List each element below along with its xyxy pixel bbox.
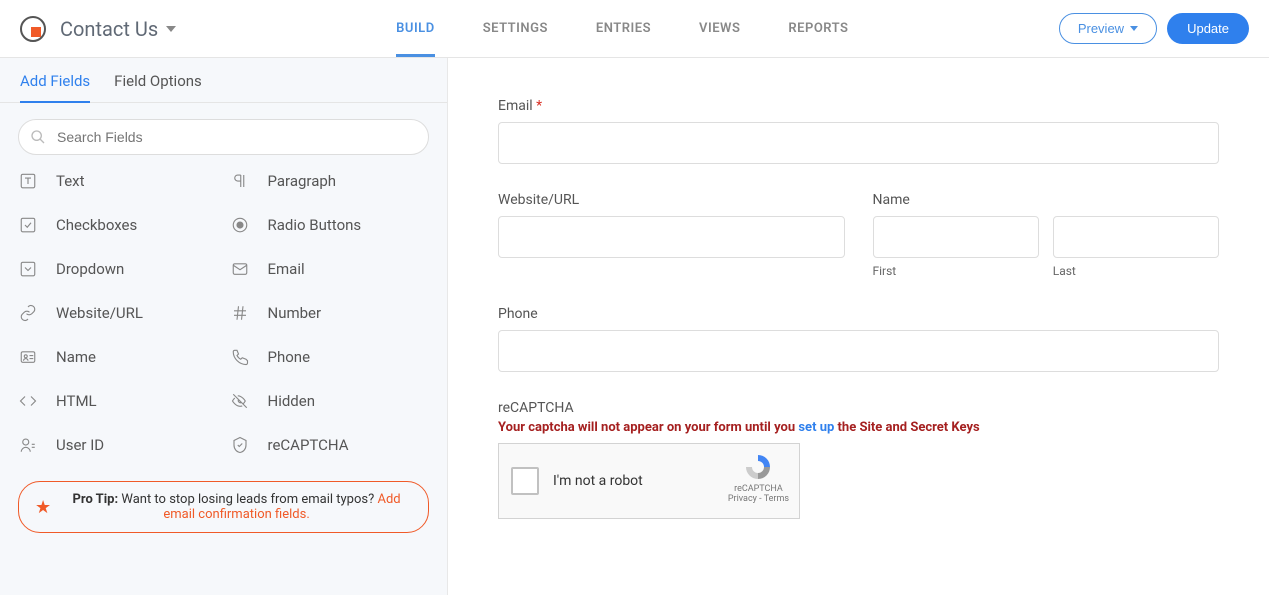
required-mark: * xyxy=(536,98,542,114)
website-input[interactable] xyxy=(498,216,845,258)
form-title-dropdown[interactable]: Contact Us xyxy=(60,17,176,41)
phone-input[interactable] xyxy=(498,330,1219,372)
sidebar: Add Fields Field Options Text Paragraph … xyxy=(0,58,448,595)
shield-icon xyxy=(230,435,250,455)
form-field-phone[interactable]: Phone xyxy=(498,306,1219,372)
field-type-dropdown[interactable]: Dropdown xyxy=(18,259,218,279)
field-label: Website/URL xyxy=(56,304,143,322)
html-icon xyxy=(18,391,38,411)
text-icon xyxy=(18,171,38,191)
email-input[interactable] xyxy=(498,122,1219,164)
field-label: Hidden xyxy=(268,392,316,410)
sidebar-tab-add-fields[interactable]: Add Fields xyxy=(20,72,90,102)
app-logo[interactable] xyxy=(20,16,46,42)
dropdown-icon xyxy=(18,259,38,279)
tab-build[interactable]: BUILD xyxy=(396,1,435,56)
tab-entries[interactable]: ENTRIES xyxy=(596,1,651,56)
checkbox-icon xyxy=(18,215,38,235)
user-icon xyxy=(18,435,38,455)
tab-views[interactable]: VIEWS xyxy=(699,1,740,56)
link-icon xyxy=(18,303,38,323)
form-field-name[interactable]: Name First Last xyxy=(873,192,1220,278)
field-label: Checkboxes xyxy=(56,216,137,234)
pro-tip-banner: ★ Pro Tip: Want to stop losing leads fro… xyxy=(18,481,429,533)
form-field-email[interactable]: Email * xyxy=(498,98,1219,164)
sublabel-first: First xyxy=(873,264,1039,278)
setup-link[interactable]: set up xyxy=(798,420,834,435)
form-title-text: Contact Us xyxy=(60,17,158,41)
field-type-name[interactable]: Name xyxy=(18,347,218,367)
field-type-number[interactable]: Number xyxy=(230,303,430,323)
update-button[interactable]: Update xyxy=(1167,13,1249,44)
protip-prefix: Pro Tip: xyxy=(73,492,119,507)
field-type-checkboxes[interactable]: Checkboxes xyxy=(18,215,218,235)
field-label: Text xyxy=(56,172,85,190)
field-type-hidden[interactable]: Hidden xyxy=(230,391,430,411)
form-canvas: Email * Website/URL Name First Last xyxy=(448,58,1269,595)
recaptcha-text: I'm not a robot xyxy=(553,473,643,489)
recaptcha-icon xyxy=(740,452,776,482)
field-label: Dropdown xyxy=(56,260,124,278)
first-name-input[interactable] xyxy=(873,216,1039,258)
field-type-phone[interactable]: Phone xyxy=(230,347,430,367)
tab-reports[interactable]: REPORTS xyxy=(788,1,848,56)
radio-icon xyxy=(230,215,250,235)
field-type-recaptcha[interactable]: reCAPTCHA xyxy=(230,435,430,455)
preview-label: Preview xyxy=(1078,21,1124,36)
name-icon xyxy=(18,347,38,367)
form-field-recaptcha[interactable]: reCAPTCHA Your captcha will not appear o… xyxy=(498,400,1219,519)
field-label: Number xyxy=(268,304,322,322)
recaptcha-badge: reCAPTCHA Privacy - Terms xyxy=(728,452,789,504)
field-label: Email xyxy=(498,98,533,114)
star-icon: ★ xyxy=(35,497,51,518)
field-label: Name xyxy=(873,192,1220,208)
field-label: Paragraph xyxy=(268,172,337,190)
email-icon xyxy=(230,259,250,279)
sidebar-tab-field-options[interactable]: Field Options xyxy=(114,72,202,102)
recaptcha-checkbox[interactable] xyxy=(511,467,539,495)
field-label: Phone xyxy=(498,306,1219,322)
field-label: HTML xyxy=(56,392,97,410)
field-type-paragraph[interactable]: Paragraph xyxy=(230,171,430,191)
last-name-input[interactable] xyxy=(1053,216,1219,258)
field-label: Phone xyxy=(268,348,311,366)
sublabel-last: Last xyxy=(1053,264,1219,278)
number-icon xyxy=(230,303,250,323)
tab-settings[interactable]: SETTINGS xyxy=(483,1,548,56)
phone-icon xyxy=(230,347,250,367)
field-label: reCAPTCHA xyxy=(268,436,349,454)
main-nav: BUILD SETTINGS ENTRIES VIEWS REPORTS xyxy=(396,1,848,56)
field-type-radio[interactable]: Radio Buttons xyxy=(230,215,430,235)
field-label: Email xyxy=(268,260,305,278)
form-field-website[interactable]: Website/URL xyxy=(498,192,845,278)
field-label: Name xyxy=(56,348,96,366)
field-label: User ID xyxy=(56,436,104,454)
field-label: Radio Buttons xyxy=(268,216,362,234)
hidden-icon xyxy=(230,391,250,411)
caret-down-icon xyxy=(166,26,176,32)
field-type-email[interactable]: Email xyxy=(230,259,430,279)
caret-down-icon xyxy=(1130,26,1138,31)
field-label: Website/URL xyxy=(498,192,845,208)
field-label: reCAPTCHA xyxy=(498,400,1219,416)
search-input[interactable] xyxy=(18,119,429,155)
search-icon xyxy=(30,129,46,145)
protip-body: Want to stop losing leads from email typ… xyxy=(118,492,377,507)
recaptcha-widget[interactable]: I'm not a robot reCAPTCHA Privacy - Term… xyxy=(498,443,800,519)
preview-button[interactable]: Preview xyxy=(1059,13,1157,44)
field-type-html[interactable]: HTML xyxy=(18,391,218,411)
paragraph-icon xyxy=(230,171,250,191)
captcha-warning: Your captcha will not appear on your for… xyxy=(498,420,1219,435)
field-type-text[interactable]: Text xyxy=(18,171,218,191)
field-type-userid[interactable]: User ID xyxy=(18,435,218,455)
field-type-url[interactable]: Website/URL xyxy=(18,303,218,323)
